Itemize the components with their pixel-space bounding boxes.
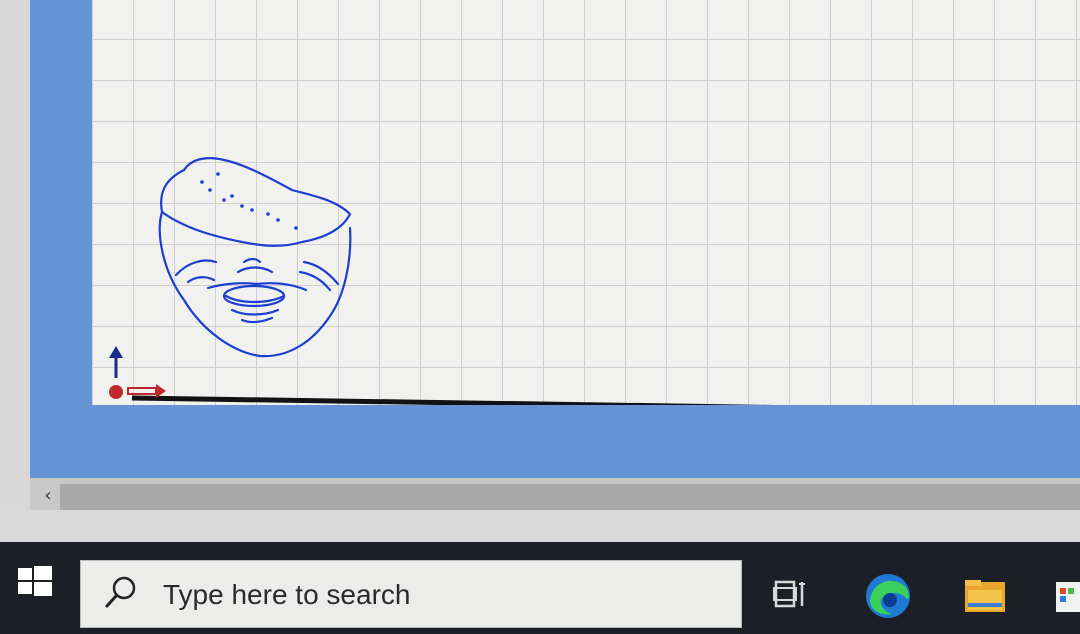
search-placeholder-text: Type here to search bbox=[163, 579, 411, 610]
edge-browser-icon bbox=[866, 574, 910, 618]
drawing-grid-canvas[interactable] bbox=[92, 0, 1080, 405]
origin-triad[interactable] bbox=[109, 346, 166, 399]
window-bottom-edge bbox=[0, 510, 1080, 542]
task-view-icon bbox=[773, 580, 805, 608]
canvas-baseline bbox=[131, 395, 776, 405]
store-icon bbox=[1056, 582, 1080, 612]
search-icon bbox=[105, 576, 136, 608]
file-explorer-icon bbox=[965, 580, 1005, 612]
store-button[interactable] bbox=[1050, 570, 1080, 620]
file-explorer-button[interactable] bbox=[960, 570, 1010, 620]
face-sketch[interactable] bbox=[158, 157, 352, 358]
taskbar-search-box[interactable]: Type here to search bbox=[80, 560, 742, 628]
scroll-left-button[interactable]: ‹ bbox=[38, 482, 58, 510]
screen: ‹ Type here to search bbox=[0, 0, 1080, 634]
cap-dots bbox=[200, 172, 298, 230]
windows-taskbar: Type here to search bbox=[0, 542, 1080, 634]
cad-workspace[interactable] bbox=[30, 0, 1080, 478]
start-button[interactable] bbox=[8, 552, 66, 610]
edge-browser-button[interactable] bbox=[862, 570, 912, 620]
scrollbar-track[interactable] bbox=[60, 484, 1080, 510]
task-view-button[interactable] bbox=[770, 570, 820, 620]
sketch-layer[interactable] bbox=[92, 0, 1080, 405]
left-side-panel bbox=[0, 0, 32, 510]
windows-logo-icon bbox=[18, 566, 52, 596]
